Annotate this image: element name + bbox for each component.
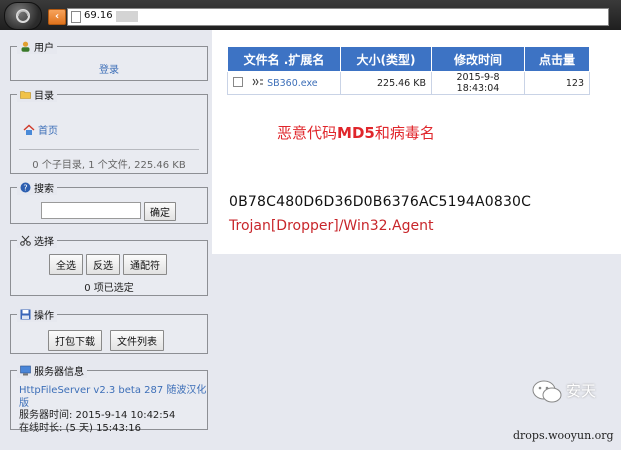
table-row: SB360.exe 225.46 KB 2015-9-8 18:43:04 12… [227, 71, 590, 95]
selected-count: 0 项已选定 [84, 283, 134, 294]
actions-panel: 操作 打包下载 文件列表 [10, 307, 208, 354]
browser-logo-icon [16, 9, 30, 23]
wildcard-select-button[interactable]: 通配符 [123, 254, 167, 275]
select-all-button[interactable]: 全选 [49, 254, 83, 275]
virus-name: Trojan[Dropper]/Win32.Agent [229, 218, 434, 234]
search-panel: ? 搜索 确定 [10, 180, 208, 224]
select-legend: 选择 [17, 233, 57, 248]
wechat-logo-icon [532, 380, 562, 403]
svg-text:?: ? [23, 184, 27, 193]
column-filename[interactable]: 文件名 .扩展名 [227, 46, 341, 72]
main-lower-area [212, 254, 621, 450]
file-table-header: 文件名 .扩展名 大小(类型) 修改时间 点击量 [227, 46, 590, 72]
address-bar[interactable]: 69.16 [67, 8, 609, 26]
software-link[interactable]: HttpFileServer v2.3 beta 287 随波汉化版 [19, 385, 207, 410]
server-time: 服务器时间: 2015-9-14 10:42:54 [19, 410, 176, 421]
file-list-button[interactable]: 文件列表 [110, 330, 164, 351]
scissors-icon [20, 235, 31, 246]
size-cell: 225.46 KB [340, 71, 432, 95]
page-icon [71, 11, 81, 23]
search-legend: ? 搜索 [17, 180, 57, 195]
hits-cell: 123 [524, 71, 590, 95]
directory-summary: 0 个子目录, 1 个文件, 225.46 KB [32, 160, 186, 171]
browser-menu-button[interactable] [4, 2, 42, 30]
home-icon [23, 124, 35, 135]
actions-legend: 操作 [17, 307, 57, 322]
file-table: 文件名 .扩展名 大小(类型) 修改时间 点击量 SB360.exe 225.4… [227, 46, 590, 95]
save-icon [20, 309, 31, 320]
annotation-title: 恶意代码MD5和病毒名 [277, 122, 435, 143]
select-legend-label: 选择 [34, 237, 54, 248]
exe-file-icon [252, 78, 264, 86]
select-panel: 选择 全选 反选 通配符 0 项已选定 [10, 233, 208, 296]
server-info-legend-label: 服务器信息 [34, 367, 84, 378]
watermark-brand: 安天 [566, 382, 597, 400]
folder-icon [20, 91, 31, 99]
annotation-title-md5: MD5 [337, 124, 375, 142]
annotation-title-prefix: 恶意代码 [277, 124, 338, 142]
sidebar: 用户 登录 目录 首页 0 个子目录, 1 个文件, 225.46 KB ? 搜… [0, 30, 212, 450]
home-link[interactable]: 首页 [38, 122, 58, 137]
browser-toolbar: ‹ 69.16 [0, 0, 621, 30]
search-input[interactable] [41, 202, 141, 219]
column-modified[interactable]: 修改时间 [431, 46, 525, 72]
annotation-title-suffix: 和病毒名 [374, 124, 435, 142]
row-checkbox[interactable] [233, 77, 243, 87]
help-icon: ? [20, 182, 31, 193]
directory-panel: 目录 首页 0 个子目录, 1 个文件, 225.46 KB [10, 87, 208, 174]
column-hits[interactable]: 点击量 [524, 46, 590, 72]
invert-selection-button[interactable]: 反选 [86, 254, 120, 275]
search-legend-label: 搜索 [34, 184, 54, 195]
server-info-legend: 服务器信息 [17, 363, 87, 378]
user-panel: 用户 登录 [10, 39, 208, 81]
user-icon [21, 41, 30, 52]
filename-cell: SB360.exe [227, 71, 341, 95]
pack-download-button[interactable]: 打包下载 [48, 330, 102, 351]
computer-icon [20, 365, 31, 376]
login-link[interactable]: 登录 [99, 65, 119, 76]
user-legend: 用户 [17, 39, 57, 54]
directory-legend: 目录 [17, 87, 57, 102]
actions-legend-label: 操作 [34, 311, 54, 322]
md5-hash: 0B78C480D6D36D0B6376AC5194A0830C [229, 194, 532, 210]
directory-legend-label: 目录 [34, 91, 54, 102]
server-uptime: 在线时长: (5 天) 15:43:16 [19, 422, 141, 434]
redacted-url-part [116, 11, 138, 22]
directory-divider [19, 149, 199, 150]
user-legend-label: 用户 [34, 43, 54, 54]
back-button[interactable]: ‹ [48, 9, 66, 25]
url-text: 69.16 [84, 10, 113, 21]
file-link[interactable]: SB360.exe [267, 78, 318, 89]
search-submit-button[interactable]: 确定 [144, 202, 176, 221]
modified-cell: 2015-9-8 18:43:04 [431, 71, 525, 95]
server-info-panel: 服务器信息 HttpFileServer v2.3 beta 287 随波汉化版… [10, 363, 208, 434]
column-size[interactable]: 大小(类型) [340, 46, 432, 72]
watermark-site: drops.wooyun.org [513, 429, 614, 442]
